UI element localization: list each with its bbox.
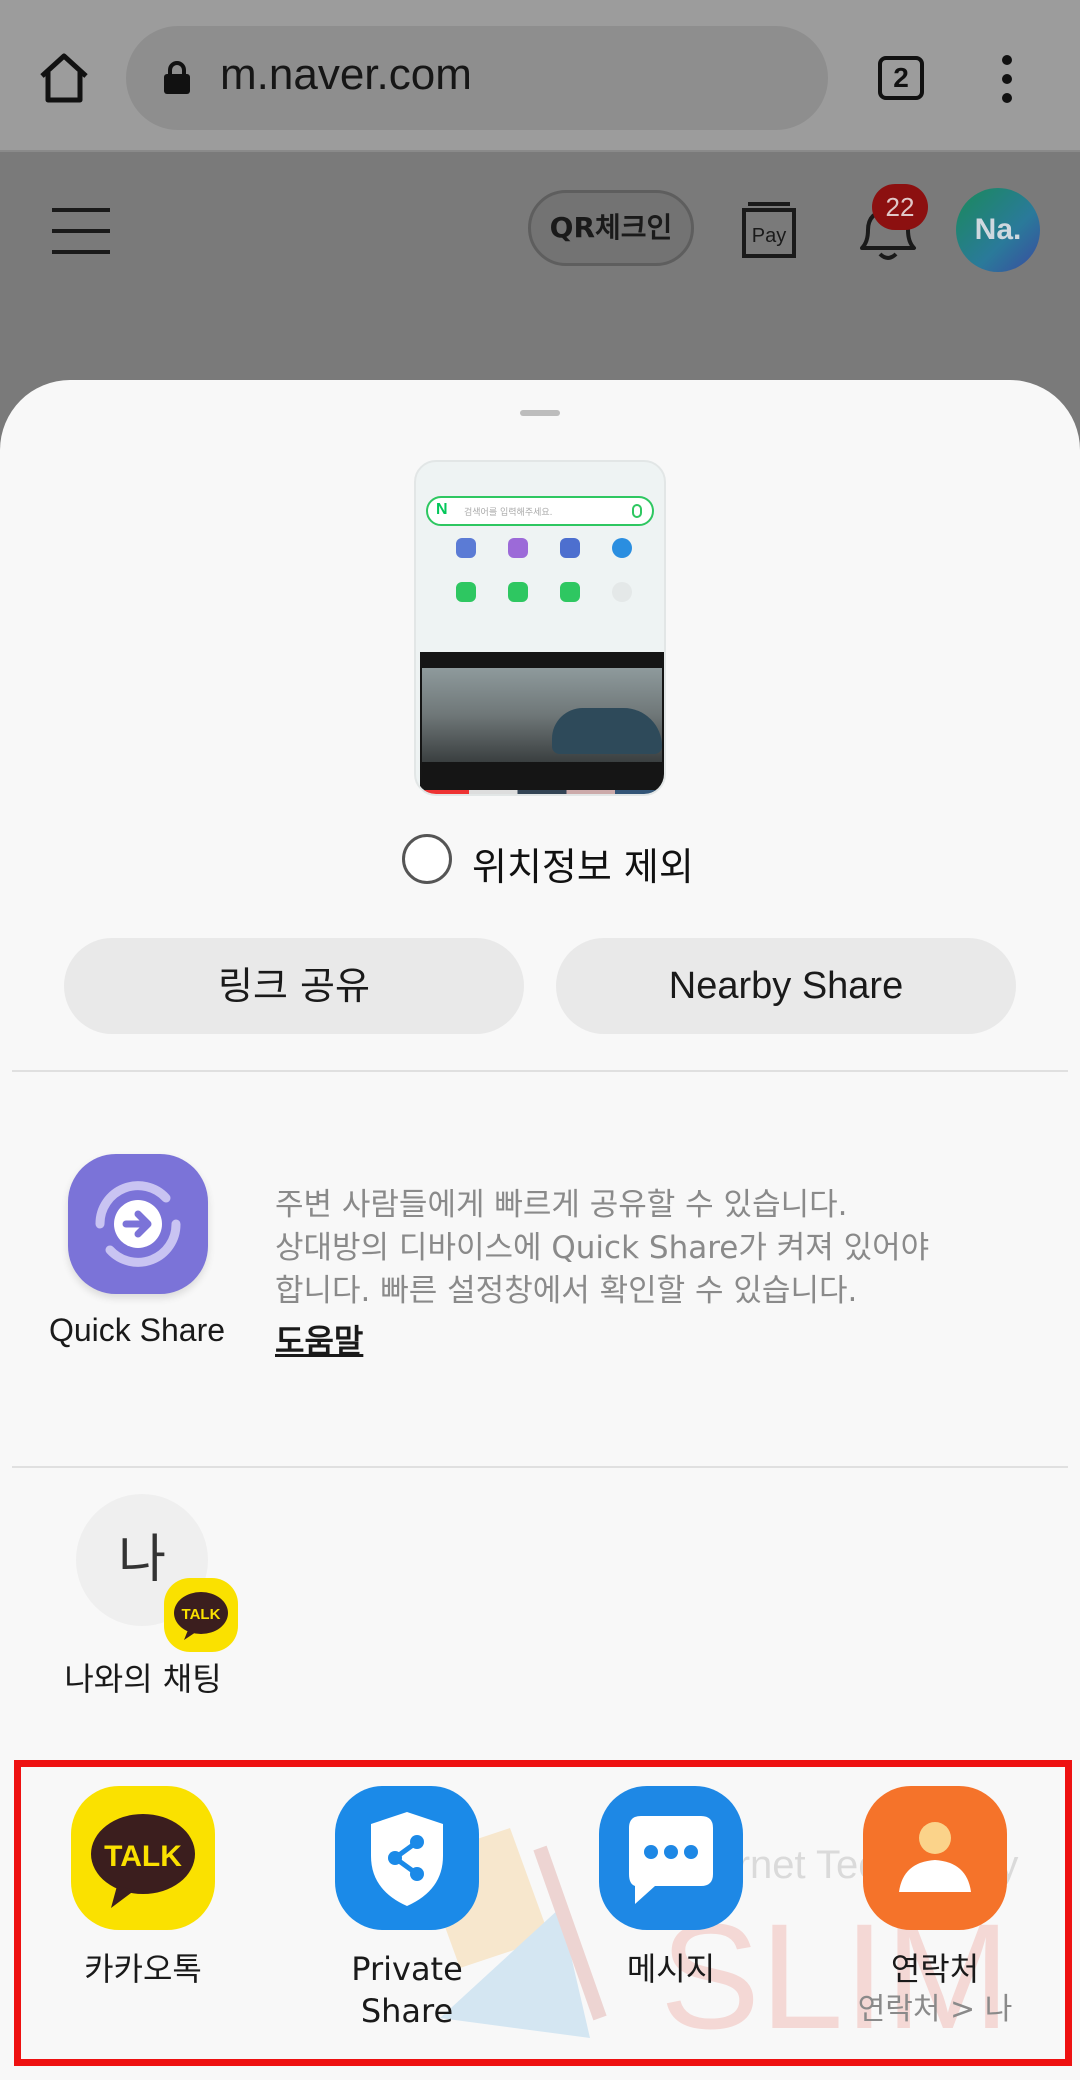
avatar[interactable]: Na. xyxy=(956,188,1040,272)
my-chat-label: 나와의 채팅 xyxy=(64,1660,222,1698)
app-label: Private Share xyxy=(351,1950,463,2030)
kakaotalk-badge-icon: TALK xyxy=(164,1578,238,1652)
messages-icon xyxy=(599,1786,743,1930)
private-share-icon xyxy=(335,1786,479,1930)
link-share-button[interactable]: 링크 공유 xyxy=(64,938,524,1034)
tab-switcher-button[interactable]: 2 xyxy=(878,56,924,100)
quick-share-icon[interactable] xyxy=(68,1154,208,1294)
preview-app-icon xyxy=(560,538,580,558)
preview-search-placeholder: 검색어를 입력해주세요. xyxy=(464,508,553,518)
preview-app-icon xyxy=(612,582,632,602)
nearby-share-button[interactable]: Nearby Share xyxy=(556,938,1016,1034)
naver-header: QR체크인 Pay 22 Na. xyxy=(0,154,1080,394)
drag-handle[interactable] xyxy=(520,410,560,416)
preview-video-frame xyxy=(422,668,662,762)
divider xyxy=(12,1466,1068,1468)
app-contacts[interactable]: 연락처 연락처 > 나 xyxy=(810,1786,1060,2030)
svg-text:TALK: TALK xyxy=(104,1840,182,1873)
app-label: 연락처 xyxy=(890,1950,980,1988)
kakaotalk-icon: TALK xyxy=(71,1786,215,1930)
pay-icon[interactable]: Pay xyxy=(738,200,800,260)
preview-search-bar: N 검색어를 입력해주세요. xyxy=(426,496,654,526)
app-messages[interactable]: 메시지 xyxy=(546,1786,796,1990)
quick-share-label: Quick Share xyxy=(48,1312,226,1348)
lock-icon xyxy=(164,61,190,94)
preview-app-icon xyxy=(560,582,580,602)
contacts-icon xyxy=(863,1786,1007,1930)
help-link[interactable]: 도움말 xyxy=(275,1316,363,1362)
home-icon[interactable] xyxy=(36,50,92,106)
pay-label: Pay xyxy=(752,225,786,247)
preview-app-icon xyxy=(508,582,528,602)
car-image xyxy=(552,708,662,754)
divider xyxy=(12,1070,1068,1072)
preview-content-strip xyxy=(420,790,664,794)
preview-app-icon xyxy=(508,538,528,558)
naver-logo-icon: N xyxy=(436,501,448,518)
browser-toolbar: m.naver.com 2 xyxy=(0,0,1080,152)
app-sublabel: 연락처 > 나 xyxy=(857,1992,1013,2027)
quick-share-description-line: 상대방의 디바이스에 Quick Share가 켜져 있어야 xyxy=(275,1230,930,1266)
exclude-location-label[interactable]: 위치정보 제외 xyxy=(472,836,694,891)
preview-app-icon xyxy=(456,538,476,558)
talk-badge-text: TALK xyxy=(182,1606,221,1623)
app-private-share[interactable]: Private Share xyxy=(282,1786,532,2032)
preview-app-icon xyxy=(456,582,476,602)
url-text: m.naver.com xyxy=(220,50,472,99)
quick-share-description-line: 합니다. 빠른 설정창에서 확인할 수 있습니다. xyxy=(275,1273,858,1309)
page-preview-thumbnail: N 검색어를 입력해주세요. xyxy=(414,460,666,796)
exclude-location-radio[interactable] xyxy=(402,834,452,884)
mic-icon xyxy=(632,504,642,518)
app-label: 메시지 xyxy=(626,1950,716,1988)
quick-share-description: 주변 사람들에게 빠르게 공유할 수 있습니다. 상대방의 디바이스에 Quic… xyxy=(275,1184,1035,1313)
notification-badge: 22 xyxy=(872,184,928,230)
more-menu-icon[interactable] xyxy=(990,52,1024,106)
preview-video-ad xyxy=(420,652,664,792)
quick-share-description-line: 주변 사람들에게 빠르게 공유할 수 있습니다. xyxy=(275,1187,848,1223)
preview-app-icon xyxy=(612,538,632,558)
address-bar[interactable]: m.naver.com xyxy=(126,26,828,130)
qr-checkin-button[interactable]: QR체크인 xyxy=(528,190,694,266)
app-label: 카카오톡 xyxy=(84,1950,202,1988)
menu-icon[interactable] xyxy=(52,206,114,256)
app-kakaotalk[interactable]: TALK 카카오톡 xyxy=(18,1786,268,1990)
